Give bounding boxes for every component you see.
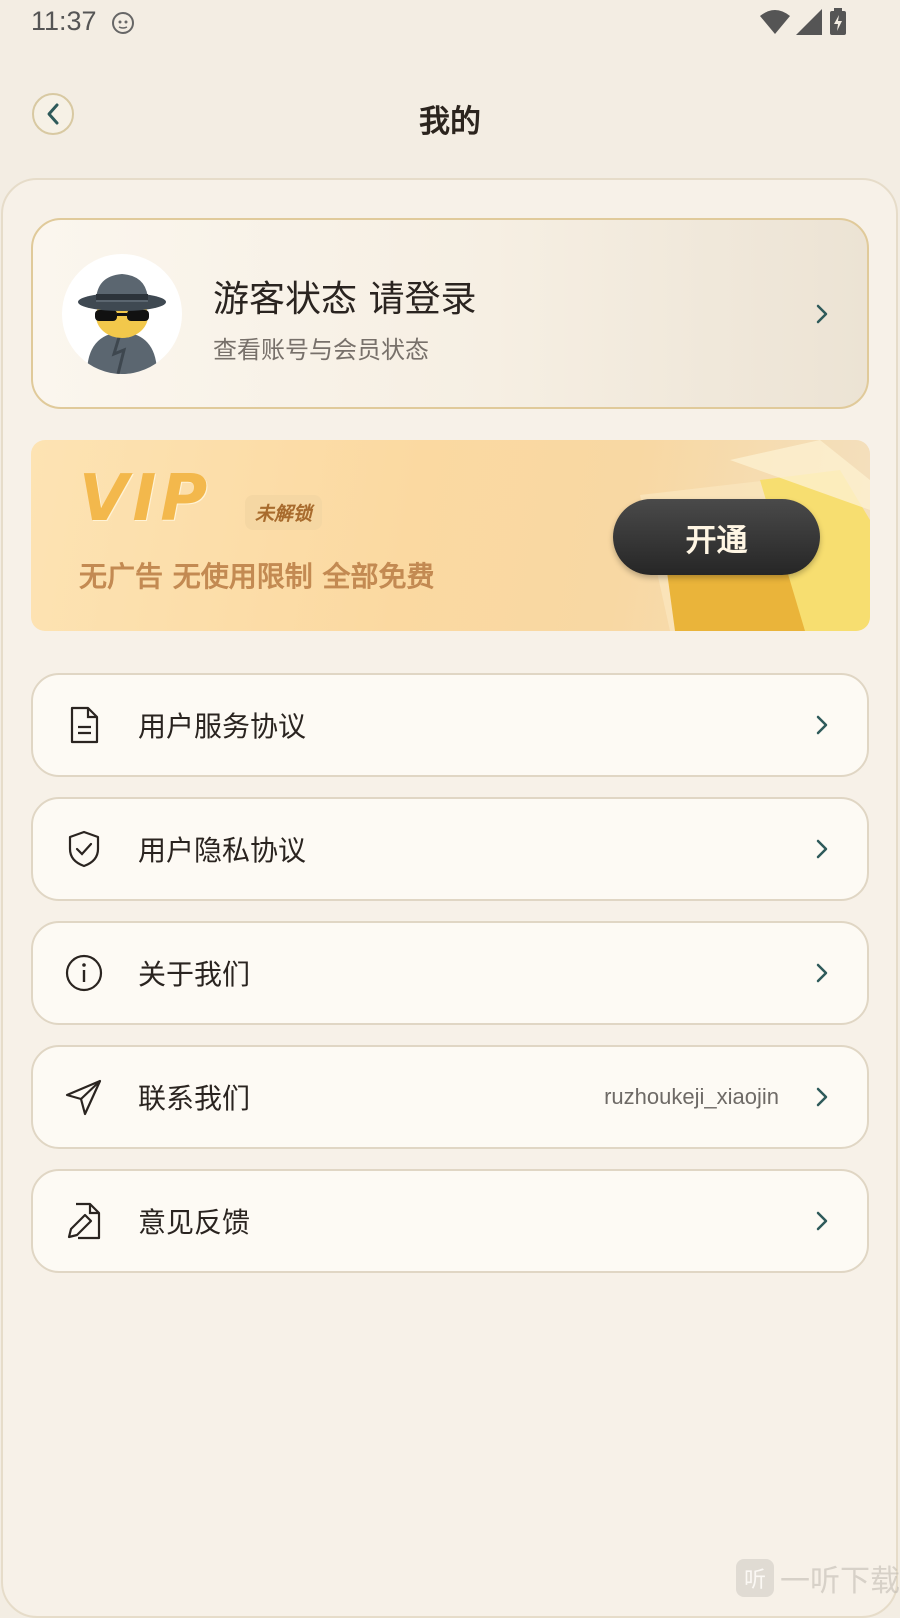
document-icon	[70, 706, 99, 744]
chevron-right-icon	[816, 304, 828, 323]
edit-file-icon	[67, 1202, 101, 1240]
chevron-right-icon	[816, 1211, 828, 1231]
contact-id-value: ruzhoukeji_xiaojin	[604, 1084, 779, 1109]
profile-card[interactable]: 游客状态 请登录 查看账号与会员状态	[31, 218, 869, 409]
wifi-icon	[760, 10, 790, 34]
status-icons	[760, 8, 848, 36]
guest-spy-avatar-icon	[78, 274, 166, 374]
signal-icon	[796, 9, 822, 35]
menu-item-privacy-agreement[interactable]: 用户隐私协议	[31, 797, 869, 901]
menu-item-label: 关于我们	[138, 958, 251, 991]
vip-status-badge: 未解锁	[245, 495, 323, 530]
menu-item-label: 用户隐私协议	[138, 834, 307, 867]
menu-item-label: 联系我们	[138, 1082, 251, 1115]
vip-activate-button[interactable]: 开通	[613, 499, 820, 575]
profile-name: 游客状态 请登录	[213, 279, 477, 320]
menu-item-label: 意见反馈	[138, 1206, 251, 1239]
status-time: 11:37	[31, 6, 97, 36]
watermark-text: 一听下载	[780, 1564, 900, 1599]
menu-item-service-agreement[interactable]: 用户服务协议	[31, 673, 869, 777]
info-icon	[65, 954, 103, 992]
vip-banner[interactable]: VIP 未解锁 无广告 无使用限制 全部免费 开通	[31, 440, 870, 631]
paper-plane-icon	[65, 1079, 102, 1116]
profile-subtitle: 查看账号与会员状态	[213, 336, 429, 364]
menu-item-feedback[interactable]: 意见反馈	[31, 1169, 869, 1273]
watermark-logo-icon: 听	[736, 1559, 774, 1597]
notification-cat-icon	[112, 12, 134, 34]
chevron-right-icon	[816, 963, 828, 983]
menu-item-label: 用户服务协议	[138, 710, 307, 743]
battery-icon	[830, 8, 846, 35]
vip-description: 无广告 无使用限制 全部免费	[79, 560, 435, 593]
chevron-right-icon	[816, 839, 828, 859]
shield-check-icon	[68, 830, 100, 868]
avatar	[62, 254, 182, 374]
menu-item-about-us[interactable]: 关于我们	[31, 921, 869, 1025]
chevron-right-icon	[816, 715, 828, 735]
watermark: 听 一听下载	[736, 1556, 900, 1600]
menu-item-contact-us[interactable]: 联系我们 ruzhoukeji_xiaojin	[31, 1045, 869, 1149]
vip-title: VIP	[79, 462, 212, 536]
chevron-right-icon	[816, 1087, 828, 1107]
status-bar: 11:37	[0, 0, 900, 48]
page-title: 我的	[419, 104, 481, 140]
